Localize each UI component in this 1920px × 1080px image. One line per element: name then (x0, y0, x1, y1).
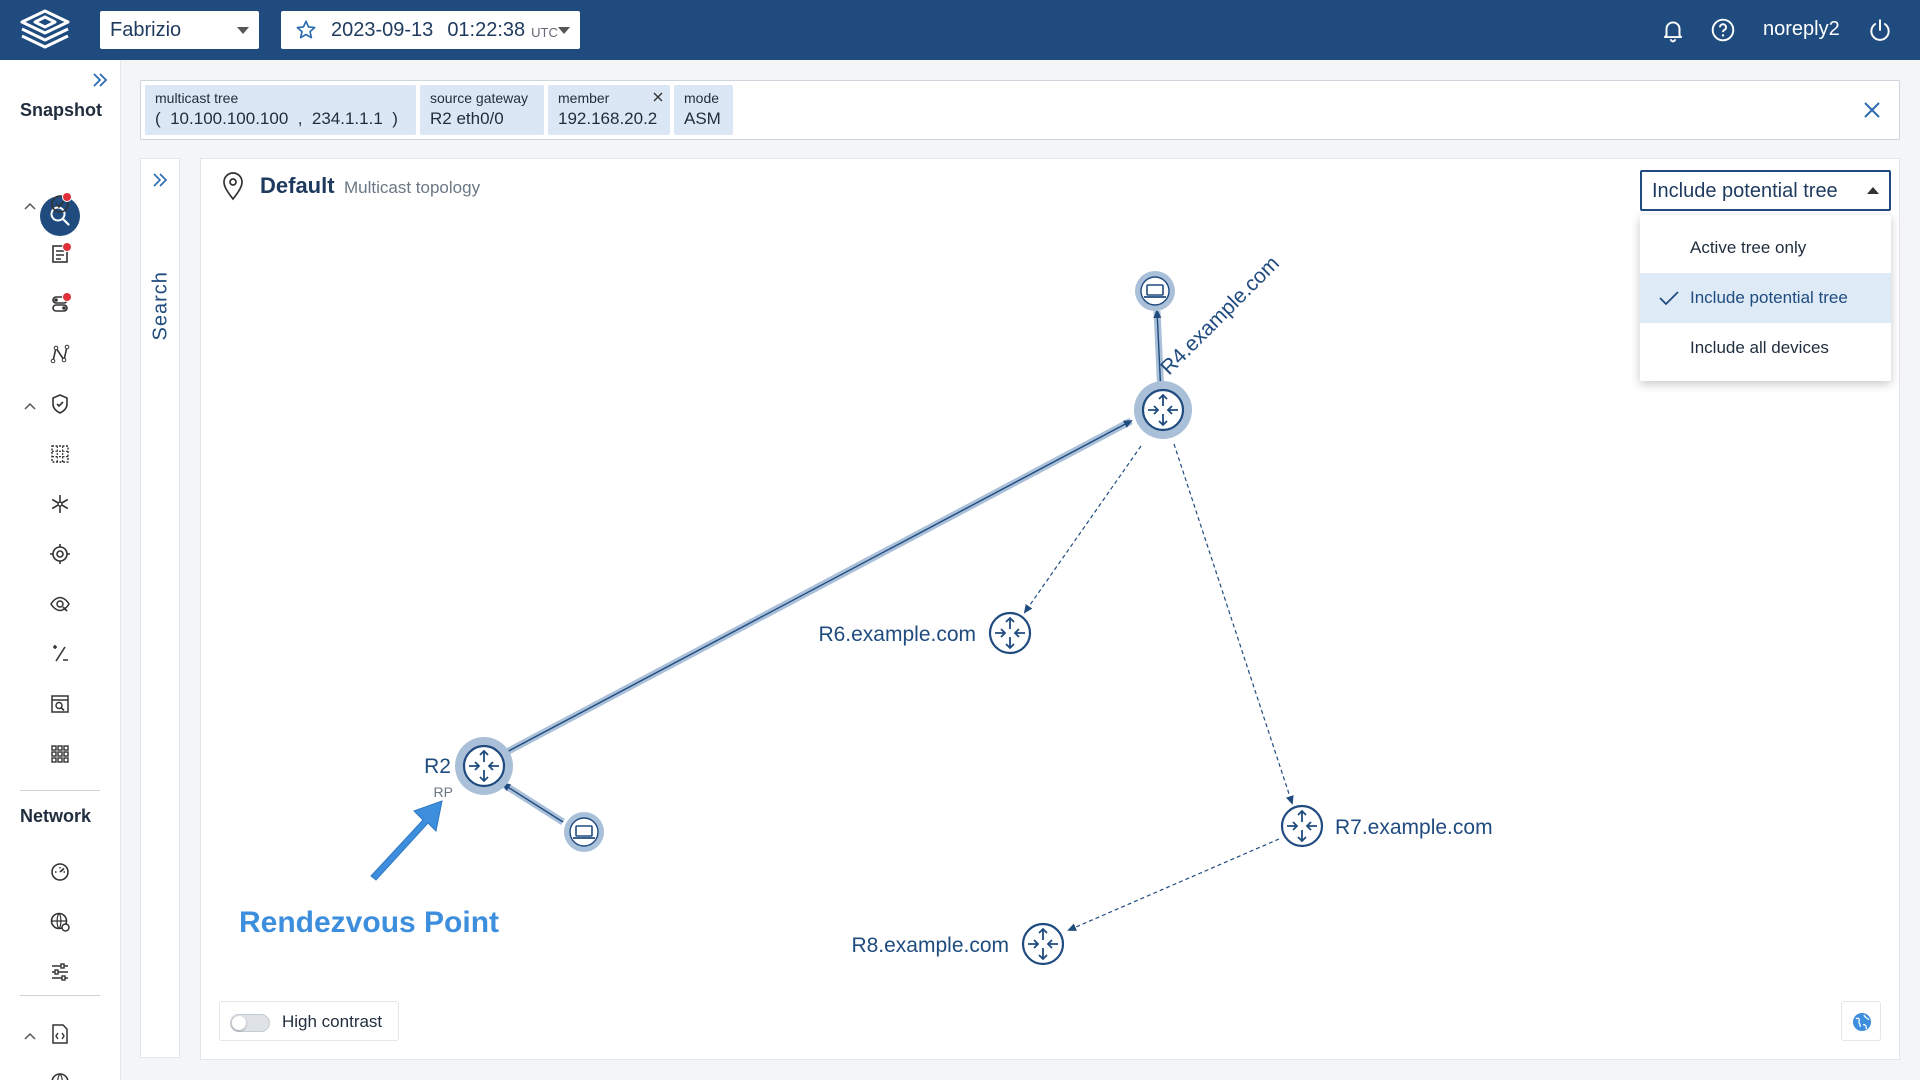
chevron-up-icon (1867, 187, 1879, 194)
router-node-r6[interactable]: R6.example.com (818, 611, 1032, 655)
option-label: Include potential tree (1690, 288, 1848, 307)
high-contrast-toggle[interactable]: High contrast (219, 1001, 399, 1041)
filter-key: member (558, 90, 610, 106)
alert-badge (62, 242, 72, 252)
nav-divider (20, 995, 100, 996)
top-bar: Fabrizio 2023-09-13 01:22:38 UTC noreply… (0, 0, 1920, 60)
snapshot-select[interactable]: 2023-09-13 01:22:38 UTC (281, 11, 580, 49)
nav-item-api-icon[interactable] (48, 1022, 72, 1046)
option-label: Active tree only (1690, 238, 1807, 257)
topology-panel: R4.example.com R6.example.com R2 RP R7.e… (200, 158, 1900, 1060)
power-icon[interactable] (1867, 17, 1893, 43)
nav-heading-snapshot: Snapshot (20, 100, 103, 120)
filter-key: source gateway (430, 90, 529, 106)
bell-icon[interactable] (1660, 17, 1686, 43)
filter-key: multicast tree (155, 90, 239, 106)
shield-icon[interactable] (48, 392, 72, 416)
tree-mode-select[interactable]: Include potential tree (1640, 170, 1891, 211)
node-label-r7: R7.example.com (1335, 816, 1493, 839)
potential-tree-edges (1023, 443, 1294, 931)
globe-icon (1853, 1013, 1871, 1031)
filter-value: 192.168.20.2 (558, 109, 658, 128)
tree-mode-option-potential[interactable]: Include potential tree (1640, 273, 1891, 323)
chevron-down-icon (558, 27, 570, 34)
nav-item-target-icon[interactable] (48, 542, 72, 566)
nav-item-apps-grid-icon[interactable] (48, 742, 72, 766)
node-label-r2: R2 (424, 755, 451, 778)
host-node[interactable] (564, 812, 604, 852)
toggle-switch[interactable] (230, 1014, 270, 1032)
double-chevron-right-icon[interactable] (151, 171, 169, 189)
router-node-r8[interactable]: R8.example.com (851, 922, 1065, 966)
filter-chip-member[interactable]: member 192.168.20.2 (548, 85, 670, 135)
nav-item-path-icon[interactable] (48, 342, 72, 366)
remove-filter-icon[interactable] (652, 91, 664, 103)
filter-chip-mode[interactable]: mode ASM (674, 85, 733, 135)
high-contrast-label: High contrast (282, 1012, 383, 1031)
nav-item-dashboard-icon[interactable] (48, 860, 72, 884)
chevron-up-icon[interactable] (24, 202, 36, 210)
left-navigation: Snapshot Network (0, 60, 121, 1080)
nav-heading-network: Network (20, 806, 92, 826)
app-logo-icon[interactable] (18, 8, 72, 52)
chevron-up-icon[interactable] (24, 1032, 36, 1040)
double-chevron-right-icon[interactable] (90, 70, 110, 90)
tree-mode-menu: Active tree only Include potential tree … (1640, 215, 1891, 381)
map-view-button[interactable] (1841, 1001, 1881, 1041)
active-tree-edges (499, 309, 1165, 825)
nav-item-diff-icon[interactable] (48, 642, 72, 666)
nav-item-globe-icon[interactable] (48, 1070, 72, 1080)
router-node-r2[interactable]: R2 RP (424, 737, 513, 800)
help-icon[interactable] (1710, 17, 1736, 43)
chevron-down-icon (237, 27, 249, 34)
nav-item-snowflake-icon[interactable] (48, 492, 72, 516)
tree-mode-selected: Include potential tree (1652, 180, 1838, 202)
nav-item-search-config-icon[interactable] (48, 692, 72, 716)
tree-mode-option-all-devices[interactable]: Include all devices (1640, 323, 1891, 373)
view-subtitle: Multicast topology (344, 178, 481, 197)
tenant-select[interactable]: Fabrizio (100, 11, 259, 49)
star-icon[interactable] (295, 19, 317, 41)
filter-chip-multicast-tree[interactable]: multicast tree ( 10.100.100.100 , 234.1.… (145, 85, 416, 135)
username[interactable]: noreply2 (1763, 18, 1840, 41)
search-panel-collapsed[interactable]: Search (140, 158, 180, 1058)
node-sublabel-rp: RP (434, 784, 453, 800)
nav-item-filters-icon[interactable] (48, 960, 72, 984)
option-label: Include all devices (1690, 338, 1829, 357)
host-node[interactable] (1135, 271, 1175, 311)
timezone-label: UTC (531, 24, 558, 40)
tenant-value: Fabrizio (110, 18, 182, 41)
node-label-r4: R4.example.com (1156, 252, 1284, 380)
filter-value: R2 eth0/0 (430, 109, 504, 128)
filter-value: ASM (684, 109, 721, 128)
nav-item-global-settings-icon[interactable] (48, 910, 72, 934)
node-label-r8: R8.example.com (851, 934, 1009, 957)
search-panel-label[interactable]: Search (150, 271, 173, 340)
location-pin-icon (223, 172, 243, 201)
filter-bar[interactable]: multicast tree ( 10.100.100.100 , 234.1.… (140, 80, 1900, 140)
filter-key: mode (684, 90, 720, 106)
snapshot-time: 01:22:38 (447, 18, 526, 41)
tree-mode-option-active-only[interactable]: Active tree only (1640, 223, 1891, 273)
filter-value: ( 10.100.100.100 , 234.1.1.1 ) (155, 109, 398, 128)
filter-chip-source-gateway[interactable]: source gateway R2 eth0/0 (420, 85, 544, 135)
chevron-up-icon[interactable] (24, 402, 36, 410)
toggle-knob (232, 1016, 246, 1030)
alert-badge (62, 192, 72, 202)
nav-item-inspect-icon[interactable] (48, 592, 72, 616)
view-title[interactable]: Default (260, 173, 335, 199)
snapshot-date: 2023-09-13 (331, 18, 434, 41)
alert-badge (62, 292, 72, 302)
clear-filters-icon[interactable] (1861, 99, 1883, 121)
check-icon (1659, 291, 1679, 306)
annotation-arrow-icon (370, 800, 443, 881)
router-node-r7[interactable]: R7.example.com (1280, 804, 1493, 848)
node-label-r6: R6.example.com (818, 623, 976, 646)
rendezvous-point-annotation: Rendezvous Point (239, 906, 499, 939)
nav-item-matrix-icon[interactable] (48, 442, 72, 466)
nav-divider (20, 790, 100, 791)
